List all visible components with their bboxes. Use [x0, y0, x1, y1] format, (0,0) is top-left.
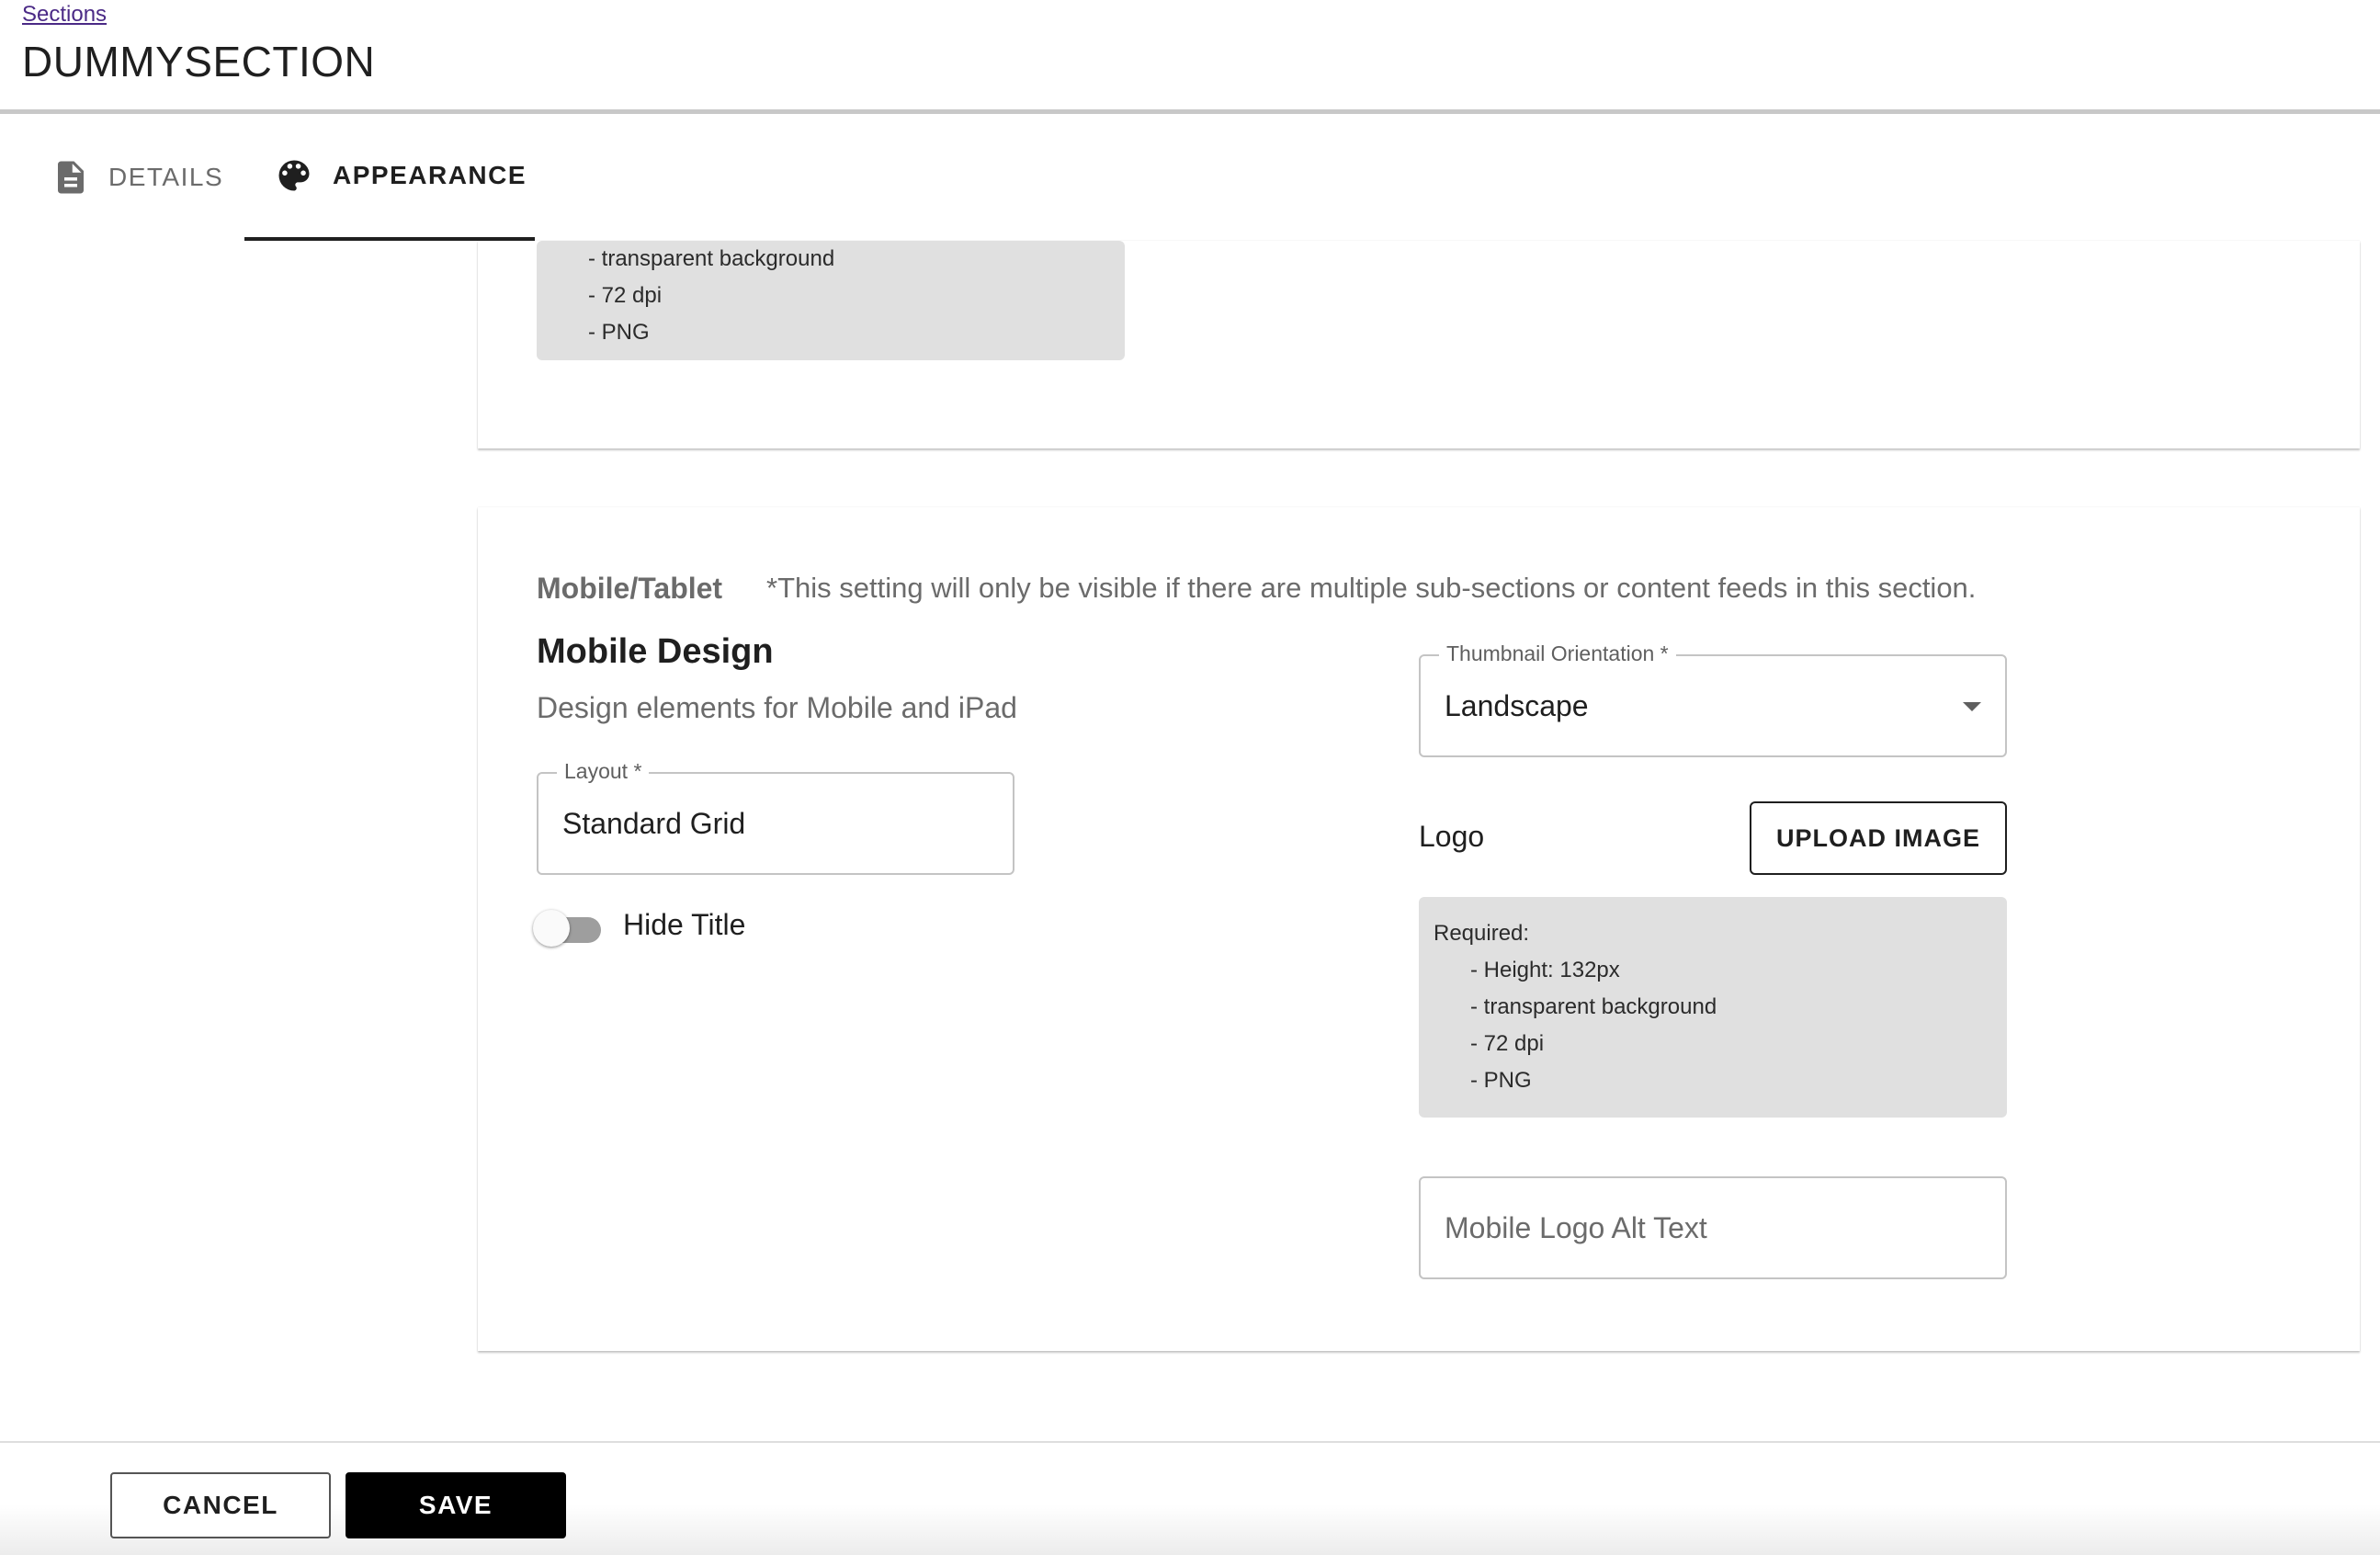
tab-appearance[interactable]: APPEARANCE	[244, 114, 535, 241]
breadcrumb-sections-link[interactable]: Sections	[22, 2, 107, 28]
logo-requirements-box: - transparent background - 72 dpi - PNG	[537, 241, 1125, 360]
thumbnail-orientation-value: Landscape	[1445, 688, 1589, 722]
section-label: Mobile/Tablet	[537, 572, 723, 605]
mobile-design-subheading: Design elements for Mobile and iPad	[537, 691, 1017, 724]
page-header: Sections DUMMYSECTION	[0, 0, 2380, 114]
requirements-title: Required:	[1434, 921, 1530, 946]
hide-title-toggle[interactable]	[533, 908, 606, 947]
save-button[interactable]: SAVE	[346, 1472, 566, 1538]
layout-field-value: Standard Grid	[562, 806, 746, 840]
tab-appearance-label: APPEARANCE	[333, 161, 527, 189]
mobile-logo-alt-text-placeholder: Mobile Logo Alt Text	[1445, 1210, 1707, 1244]
requirement-item: - transparent background	[588, 246, 835, 271]
mobile-logo-requirements-box: Required: - Height: 132px - transparent …	[1419, 897, 2007, 1118]
toggle-thumb	[533, 910, 570, 947]
dropdown-arrow-icon	[1963, 702, 1981, 711]
tab-bar: DETAILS APPEARANCE	[0, 114, 2380, 241]
upload-image-button[interactable]: UPLOAD IMAGE	[1750, 801, 2007, 875]
requirement-item: - PNG	[588, 320, 650, 345]
page-title: DUMMYSECTION	[22, 38, 376, 85]
document-icon	[58, 161, 84, 194]
section-note: *This setting will only be visible if th…	[766, 572, 1977, 604]
hide-title-label: Hide Title	[623, 908, 746, 941]
tab-details[interactable]: DETAILS	[51, 114, 235, 241]
tab-details-label: DETAILS	[108, 163, 224, 191]
requirement-item: - Height: 132px	[1470, 958, 1620, 982]
requirement-item: - 72 dpi	[588, 283, 663, 308]
layout-field[interactable]: Layout * Standard Grid	[537, 759, 1014, 875]
mobile-logo-alt-text-input[interactable]: Mobile Logo Alt Text	[1419, 1176, 2007, 1279]
thumbnail-orientation-select[interactable]: Thumbnail Orientation * Landscape	[1419, 641, 2007, 757]
logo-label: Logo	[1419, 820, 1485, 853]
mobile-design-heading: Mobile Design	[537, 632, 774, 671]
requirement-item: - transparent background	[1470, 994, 1717, 1019]
palette-icon	[278, 160, 310, 191]
requirement-item: - 72 dpi	[1470, 1031, 1545, 1056]
cancel-button[interactable]: CANCEL	[110, 1472, 331, 1538]
requirement-item: - PNG	[1470, 1068, 1532, 1093]
